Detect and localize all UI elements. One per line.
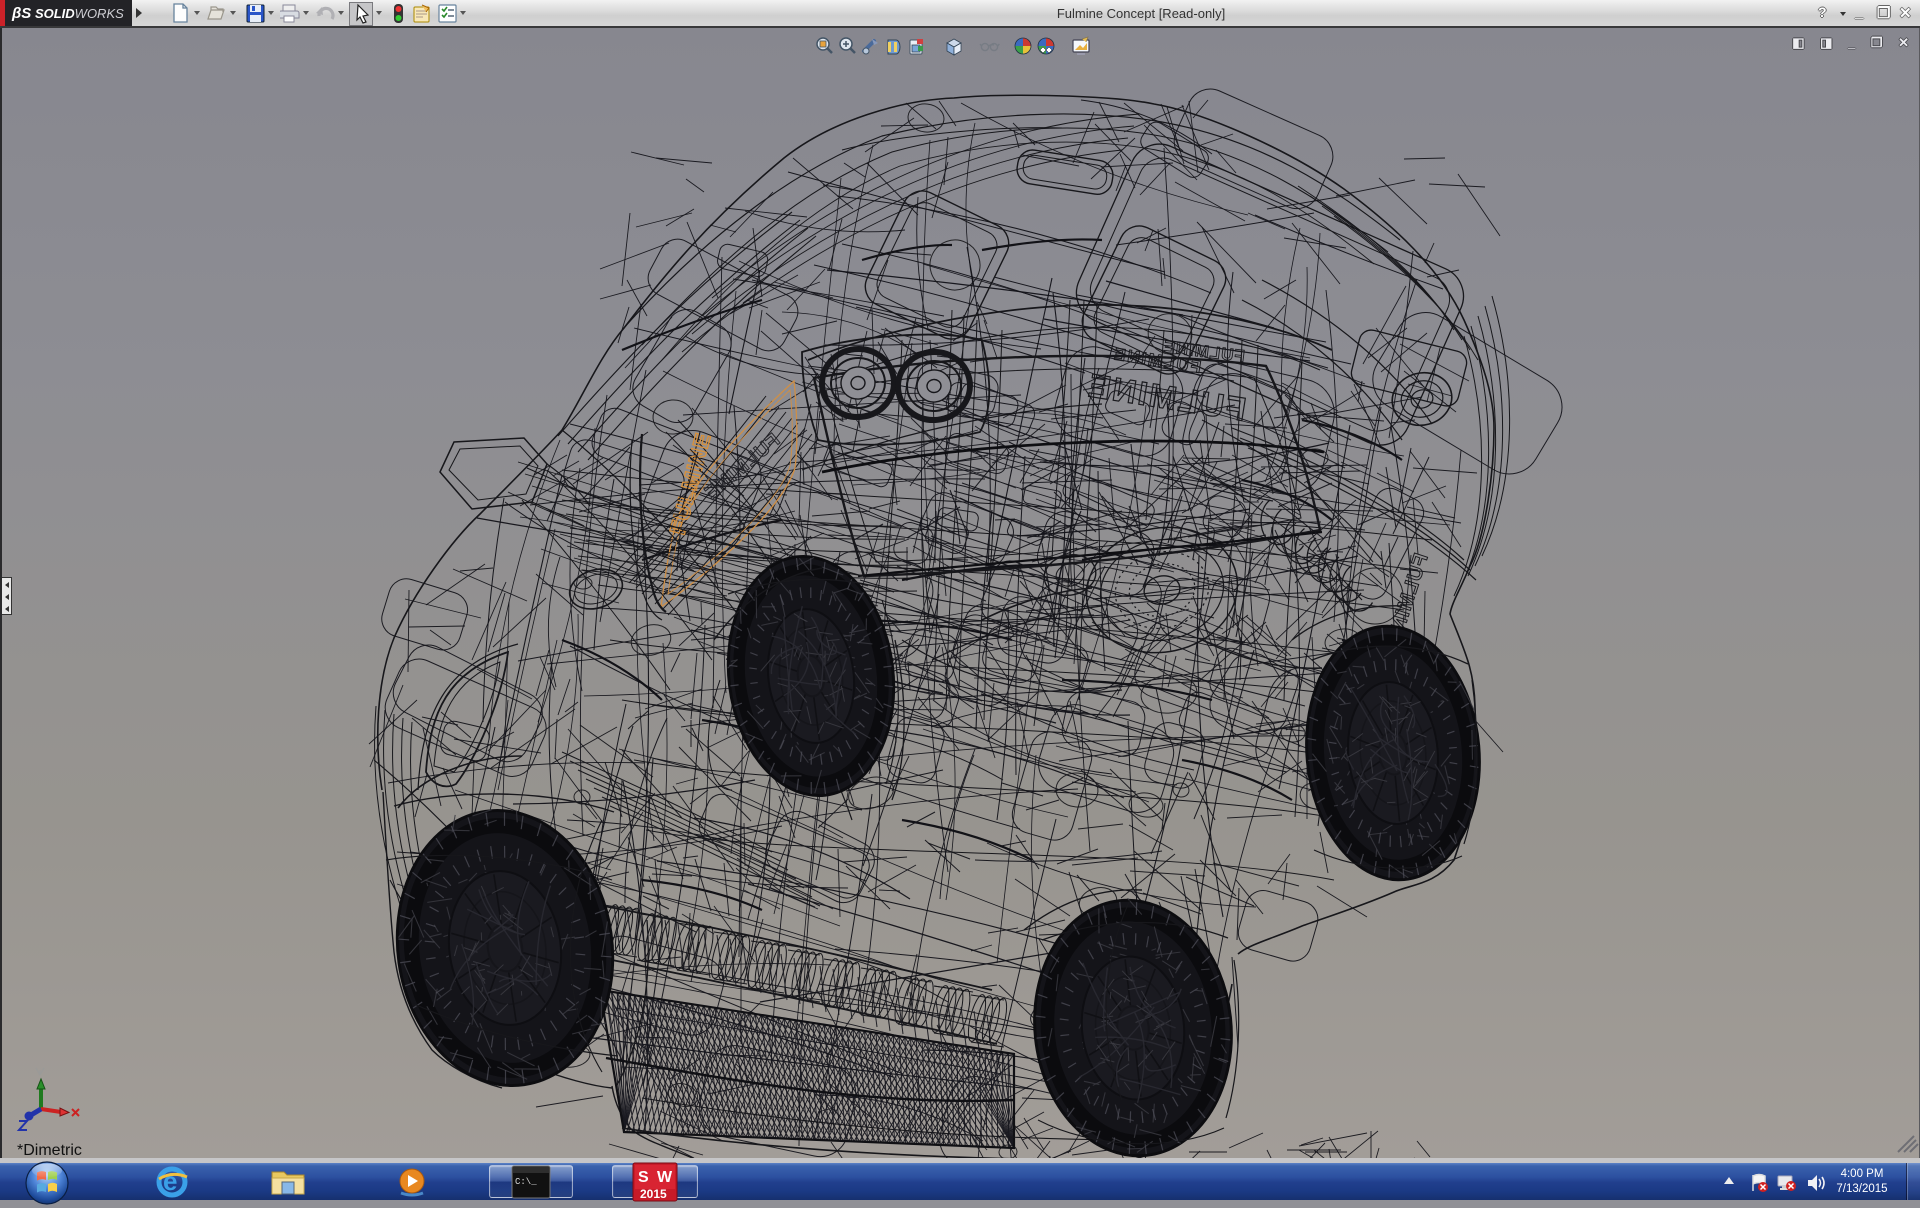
svg-text:e: e — [163, 1166, 177, 1196]
svg-text:2015: 2015 — [640, 1187, 667, 1201]
svg-text:C:\_: C:\_ — [515, 1177, 537, 1187]
svg-text:S: S — [638, 1169, 649, 1186]
svg-text:W: W — [657, 1169, 673, 1186]
